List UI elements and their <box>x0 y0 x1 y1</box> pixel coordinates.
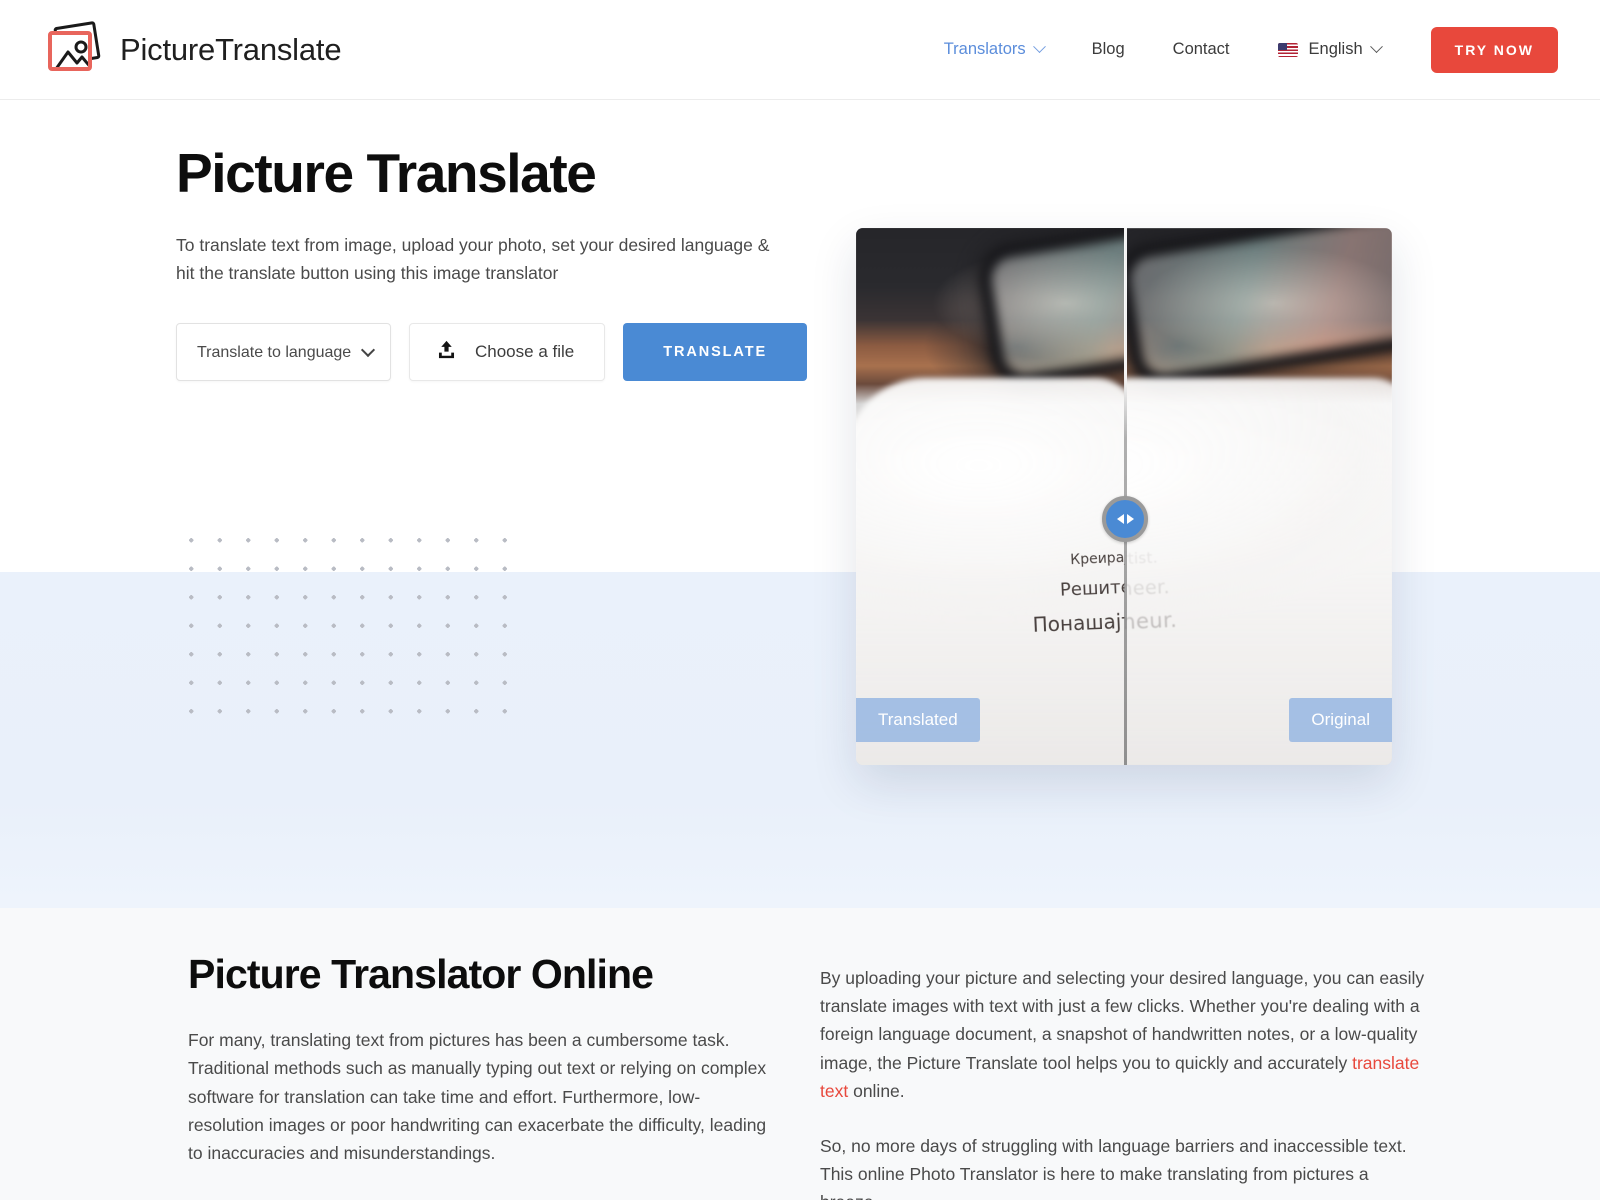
article-right-paragraph-1: By uploading your picture and selecting … <box>820 964 1430 1105</box>
decorative-dot-grid <box>176 520 514 725</box>
nav-item-blog-label: Blog <box>1091 40 1125 58</box>
brand-logo-link[interactable]: PictureTranslate <box>42 20 342 78</box>
nav-item-translators[interactable]: Translators <box>920 30 1068 69</box>
nav-item-contact[interactable]: Contact <box>1149 30 1254 69</box>
article-left-column: Picture Translator Online For many, tran… <box>188 952 768 1200</box>
chevron-down-icon <box>1032 40 1046 54</box>
chevron-down-icon <box>1369 40 1383 54</box>
article-title: Picture Translator Online <box>188 951 654 997</box>
choose-file-label: Choose a file <box>475 342 575 362</box>
page-title: Picture Translate <box>176 142 597 204</box>
brand-name: PictureTranslate <box>120 31 342 67</box>
hero-subtitle: To translate text from image, upload you… <box>176 234 770 284</box>
image-compare-slider[interactable]: an artist. engineer. epreneur. Креирајте… <box>856 228 1392 765</box>
arrow-right <box>1126 514 1134 524</box>
article-section: Picture Translator Online For many, tran… <box>0 908 1600 1200</box>
paragraph-1-text-before: By uploading your picture and selecting … <box>820 968 1425 1073</box>
nav-item-blog[interactable]: Blog <box>1068 30 1149 69</box>
hero-copy: Picture Translate To translate text from… <box>176 142 816 382</box>
us-flag-icon <box>1277 42 1298 57</box>
language-switcher-label: English <box>1308 40 1363 58</box>
try-now-button[interactable]: TRY NOW <box>1430 26 1558 73</box>
translated-label: Translated <box>856 698 980 742</box>
paragraph-1-text-after: online. <box>848 1080 905 1101</box>
article-right-paragraph-2: So, no more days of struggling with lang… <box>820 1135 1407 1200</box>
translated-photo: Креирајте као Решите као и Понашајте се … <box>856 228 1126 765</box>
choose-file-button[interactable]: Choose a file <box>409 323 606 382</box>
article-left-paragraph: For many, translating text from pictures… <box>188 1030 767 1163</box>
picture-frames-icon <box>42 20 104 78</box>
language-select[interactable]: Translate to language <box>176 323 391 382</box>
article-right-column: By uploading your picture and selecting … <box>820 952 1430 1200</box>
upload-icon <box>436 339 457 365</box>
nav-item-contact-label: Contact <box>1172 40 1230 58</box>
arrow-left <box>1116 514 1124 524</box>
original-label: Original <box>1289 698 1392 742</box>
left-right-arrows-icon[interactable] <box>1102 496 1149 542</box>
hero-section: Picture Translate To translate text from… <box>0 100 1600 908</box>
site-header: PictureTranslate Translators Blog Contac… <box>0 0 1600 100</box>
language-select-wrapper: Translate to language <box>176 323 391 382</box>
translate-form: Translate to language Choose a file TRAN… <box>176 323 816 382</box>
nav-item-translators-label: Translators <box>943 40 1026 58</box>
language-switcher[interactable]: English <box>1254 30 1405 69</box>
translate-button[interactable]: TRANSLATE <box>623 323 808 382</box>
main-navigation: Translators Blog Contact English TRY NOW <box>920 26 1558 73</box>
